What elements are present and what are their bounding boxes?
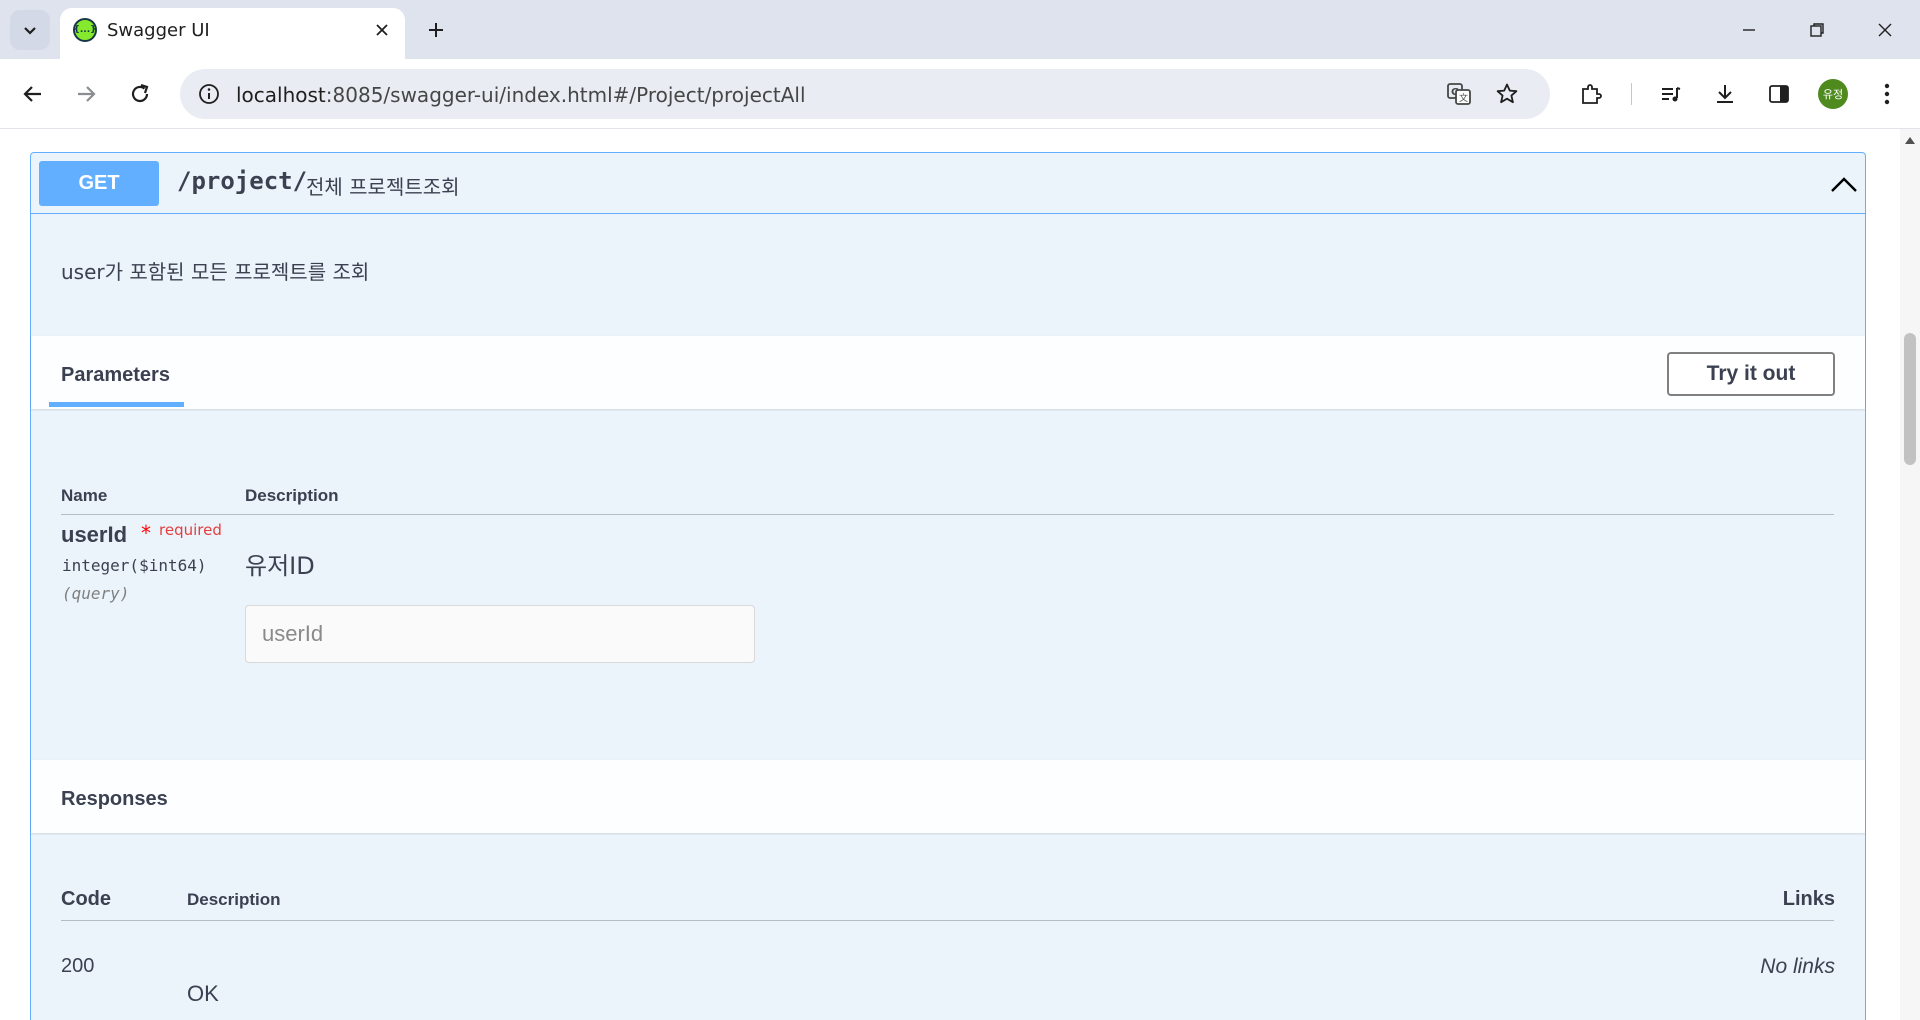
scrollbar-thumb[interactable] (1904, 333, 1916, 465)
new-tab-plus-icon[interactable] (418, 12, 454, 48)
try-it-out-button[interactable]: Try it out (1667, 352, 1835, 396)
param-col-name-header: Name (61, 486, 108, 505)
address-bar[interactable]: localhost:8085/swagger-ui/index.html#/Pr… (180, 69, 1550, 119)
http-method-badge: GET (39, 161, 159, 206)
resp-table-divider (61, 920, 1834, 921)
window-minimize-icon[interactable] (1722, 0, 1776, 59)
param-table-divider (61, 514, 1834, 515)
operation-summary-text: 전체 프로젝트조회 (306, 175, 460, 199)
browser-tab-strip: {...} Swagger UI (0, 0, 1920, 59)
profile-avatar[interactable]: 유정 (1818, 79, 1848, 109)
page-viewport: GET /project/ 전체 프로젝트조회 user가 포함된 모든 프로젝… (0, 129, 1900, 1020)
collapse-chevron-up-icon[interactable] (1829, 169, 1859, 199)
window-close-icon[interactable] (1858, 0, 1912, 59)
bookmark-star-icon[interactable] (1490, 77, 1524, 111)
operation-path: /project/ (177, 167, 308, 195)
browser-tab-active[interactable]: {...} Swagger UI (60, 8, 405, 59)
forward-arrow-icon[interactable] (67, 75, 105, 113)
browser-menu-kebab-icon[interactable] (1868, 75, 1906, 113)
response-links: No links (1760, 955, 1835, 978)
tab-close-icon[interactable] (371, 19, 393, 41)
tab-active-indicator (49, 402, 184, 407)
resp-col-code-header: Code (61, 888, 111, 910)
required-label: required (159, 521, 222, 539)
translate-icon[interactable]: G文 (1442, 77, 1476, 111)
userid-input[interactable] (245, 605, 755, 663)
extensions-puzzle-icon[interactable] (1572, 75, 1610, 113)
scroll-up-arrow-icon[interactable] (1905, 137, 1915, 144)
param-col-description-header: Description (245, 486, 339, 505)
toolbar-divider (1631, 83, 1632, 105)
vertical-scrollbar[interactable] (1900, 129, 1920, 1020)
response-description: OK (187, 981, 219, 1006)
required-star: * (141, 521, 151, 545)
param-name: userId (61, 522, 128, 547)
resp-col-description-header: Description (187, 890, 281, 909)
response-code: 200 (61, 955, 95, 977)
tab-parameters[interactable]: Parameters (61, 364, 170, 387)
back-arrow-icon[interactable] (14, 75, 52, 113)
reload-icon[interactable] (121, 75, 159, 113)
download-icon[interactable] (1706, 75, 1744, 113)
operation-description: user가 포함된 모든 프로젝트를 조회 (61, 260, 370, 284)
resp-col-links-header: Links (1782, 888, 1835, 910)
swagger-favicon-icon: {...} (73, 18, 97, 42)
param-description: 유저ID (245, 552, 315, 580)
site-info-icon[interactable] (192, 77, 226, 111)
svg-text:文: 文 (1459, 92, 1468, 104)
browser-toolbar: localhost:8085/swagger-ui/index.html#/Pr… (0, 59, 1920, 129)
operation-summary[interactable]: GET /project/ 전체 프로젝트조회 (31, 153, 1865, 214)
media-queue-icon[interactable] (1652, 75, 1690, 113)
parameters-header: Parameters Try it out (31, 336, 1865, 409)
responses-title: Responses (61, 788, 168, 810)
window-restore-icon[interactable] (1790, 0, 1844, 59)
side-panel-icon[interactable] (1760, 75, 1798, 113)
operation-block-get: GET /project/ 전체 프로젝트조회 user가 포함된 모든 프로젝… (30, 152, 1866, 1020)
tab-search-chevron-icon[interactable] (10, 10, 50, 50)
param-location: (query) (62, 584, 130, 603)
url-text: localhost:8085/swagger-ui/index.html#/Pr… (236, 83, 806, 107)
tab-title: Swagger UI (107, 20, 210, 41)
responses-header: Responses (31, 760, 1865, 833)
param-type: integer($int64) (62, 556, 207, 575)
